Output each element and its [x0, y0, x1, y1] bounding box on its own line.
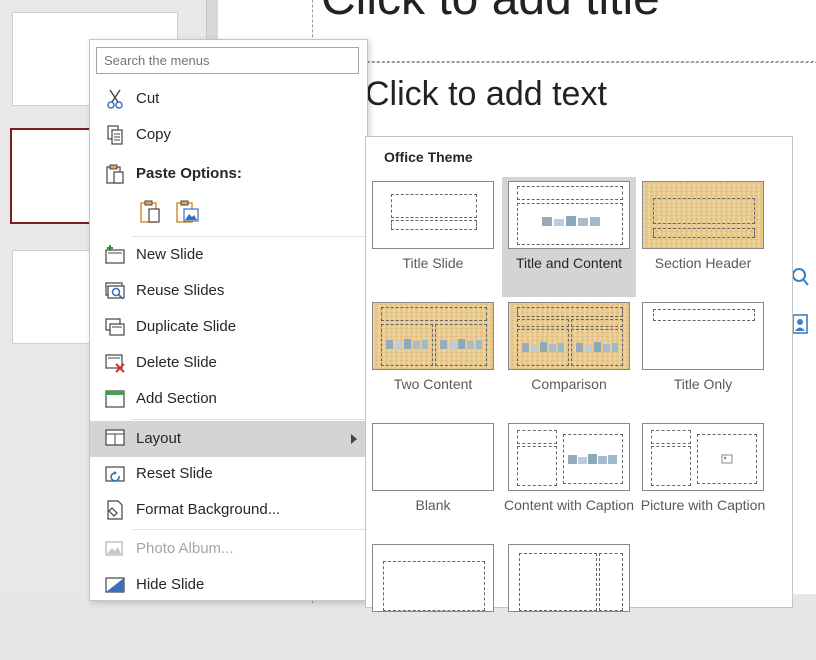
- menu-item-label: Photo Album...: [136, 540, 234, 557]
- menu-item-label: Duplicate Slide: [136, 318, 237, 335]
- content-icons-icon: [386, 339, 428, 349]
- menu-item-label: Delete Slide: [136, 354, 217, 371]
- new-slide-icon: [105, 245, 125, 264]
- submenu-arrow-icon: [351, 434, 357, 444]
- layout-tile-content-with-caption[interactable]: Content with Caption: [502, 419, 636, 539]
- paste-options-label: Paste Options:: [136, 165, 242, 182]
- content-icons-icon: [576, 342, 618, 352]
- title-placeholder[interactable]: Click to add title: [312, 0, 816, 62]
- menu-item-reset-slide[interactable]: Reset Slide: [90, 457, 367, 491]
- layout-tile-picture-with-caption[interactable]: Picture with Caption: [636, 419, 770, 539]
- insert-online-picture-icon[interactable]: [790, 266, 810, 288]
- menu-separator: [132, 529, 367, 530]
- menu-item-format-background[interactable]: Format Background...: [90, 493, 367, 527]
- layout-tile-title-only[interactable]: Title Only: [636, 298, 770, 418]
- layout-tile-title-slide[interactable]: Title Slide: [366, 177, 500, 297]
- layout-caption: Content with Caption: [504, 497, 634, 513]
- layout-caption: Section Header: [654, 255, 752, 271]
- layout-preview: [642, 423, 764, 491]
- menu-item-label: Layout: [136, 430, 182, 447]
- search-menus-input[interactable]: [96, 47, 359, 74]
- menu-item-label: Add Section: [136, 390, 217, 407]
- reuse-slides-icon: [105, 282, 125, 300]
- reset-slide-icon: [105, 466, 125, 482]
- paste-use-destination-theme-icon[interactable]: [138, 199, 162, 225]
- gallery-title: Office Theme: [384, 149, 473, 165]
- copy-icon: [107, 125, 123, 145]
- layout-tile-row4-1[interactable]: [366, 540, 500, 660]
- layout-tile-two-content[interactable]: Two Content: [366, 298, 500, 418]
- layout-preview: [642, 181, 764, 249]
- layout-tile-comparison[interactable]: Comparison: [502, 298, 636, 418]
- picture-placeholder-icon: [721, 454, 733, 464]
- menu-item-label: Hide Slide: [136, 576, 205, 593]
- add-section-icon: [105, 390, 125, 408]
- hide-slide-icon: [105, 577, 125, 593]
- title-placeholder-text: Click to add title: [321, 0, 660, 26]
- layout-tile-row4-2[interactable]: [502, 540, 636, 660]
- layout-caption: Title Slide: [402, 255, 464, 271]
- layout-tile-section-header[interactable]: Section Header: [636, 177, 770, 297]
- scissors-icon: [107, 89, 123, 109]
- layout-preview: [372, 423, 494, 491]
- menu-item-label: Reuse Slides: [136, 282, 225, 299]
- menu-item-label: Cut: [136, 90, 160, 107]
- layout-caption: Title Only: [673, 376, 733, 392]
- menu-separator: [132, 236, 367, 237]
- layout-caption: Two Content: [393, 376, 473, 392]
- context-menu: Cut Copy Paste Options: New Slide: [89, 39, 368, 601]
- menu-item-label: New Slide: [136, 246, 204, 263]
- layout-preview: [508, 544, 630, 612]
- content-icons-icon: [440, 339, 482, 349]
- content-icons-icon: [568, 454, 617, 464]
- layout-caption: Picture with Caption: [640, 497, 766, 513]
- paste-icon: [106, 164, 124, 184]
- menu-item-layout[interactable]: Layout: [90, 421, 367, 457]
- layout-tile-title-and-content[interactable]: Title and Content: [502, 177, 636, 297]
- menu-item-delete-slide[interactable]: Delete Slide: [90, 346, 367, 380]
- layout-preview: [372, 302, 494, 370]
- menu-item-label: Copy: [136, 126, 172, 143]
- menu-item-new-slide[interactable]: New Slide: [90, 238, 367, 272]
- layout-preview: [372, 181, 494, 249]
- menu-separator: [132, 419, 367, 420]
- insert-icon-icon[interactable]: [790, 313, 810, 335]
- layout-preview: [372, 544, 494, 612]
- layout-caption: Comparison: [531, 376, 607, 392]
- layout-icon: [105, 429, 125, 446]
- menu-item-duplicate-slide[interactable]: Duplicate Slide: [90, 310, 367, 344]
- layout-tile-blank[interactable]: Blank: [366, 419, 500, 539]
- paste-as-picture-icon[interactable]: [174, 199, 200, 225]
- layout-preview: [508, 302, 630, 370]
- content-icons-icon: [522, 342, 564, 352]
- menu-item-label: Format Background...: [136, 501, 281, 518]
- photo-album-icon: [105, 541, 123, 556]
- menu-item-add-section[interactable]: Add Section: [90, 382, 367, 416]
- menu-item-reuse-slides[interactable]: Reuse Slides: [90, 274, 367, 308]
- menu-item-hide-slide[interactable]: Hide Slide: [90, 568, 367, 602]
- layout-caption: Title and Content: [515, 255, 623, 271]
- menu-item-copy[interactable]: Copy: [90, 118, 367, 152]
- layout-preview: [508, 423, 630, 491]
- layout-gallery: Office Theme Title Slide Title and Conte…: [365, 136, 793, 612]
- format-background-icon: [107, 500, 123, 520]
- menu-item-photo-album[interactable]: Photo Album...: [90, 532, 367, 566]
- layout-preview: [508, 181, 630, 249]
- menu-item-label: Reset Slide: [136, 465, 213, 482]
- body-placeholder-text: Click to add text: [365, 75, 607, 113]
- menu-item-cut[interactable]: Cut: [90, 82, 367, 116]
- duplicate-slide-icon: [105, 318, 125, 336]
- content-icons-icon: [542, 216, 600, 226]
- layout-preview: [642, 302, 764, 370]
- layout-caption: Blank: [415, 497, 451, 513]
- delete-slide-icon: [105, 354, 125, 373]
